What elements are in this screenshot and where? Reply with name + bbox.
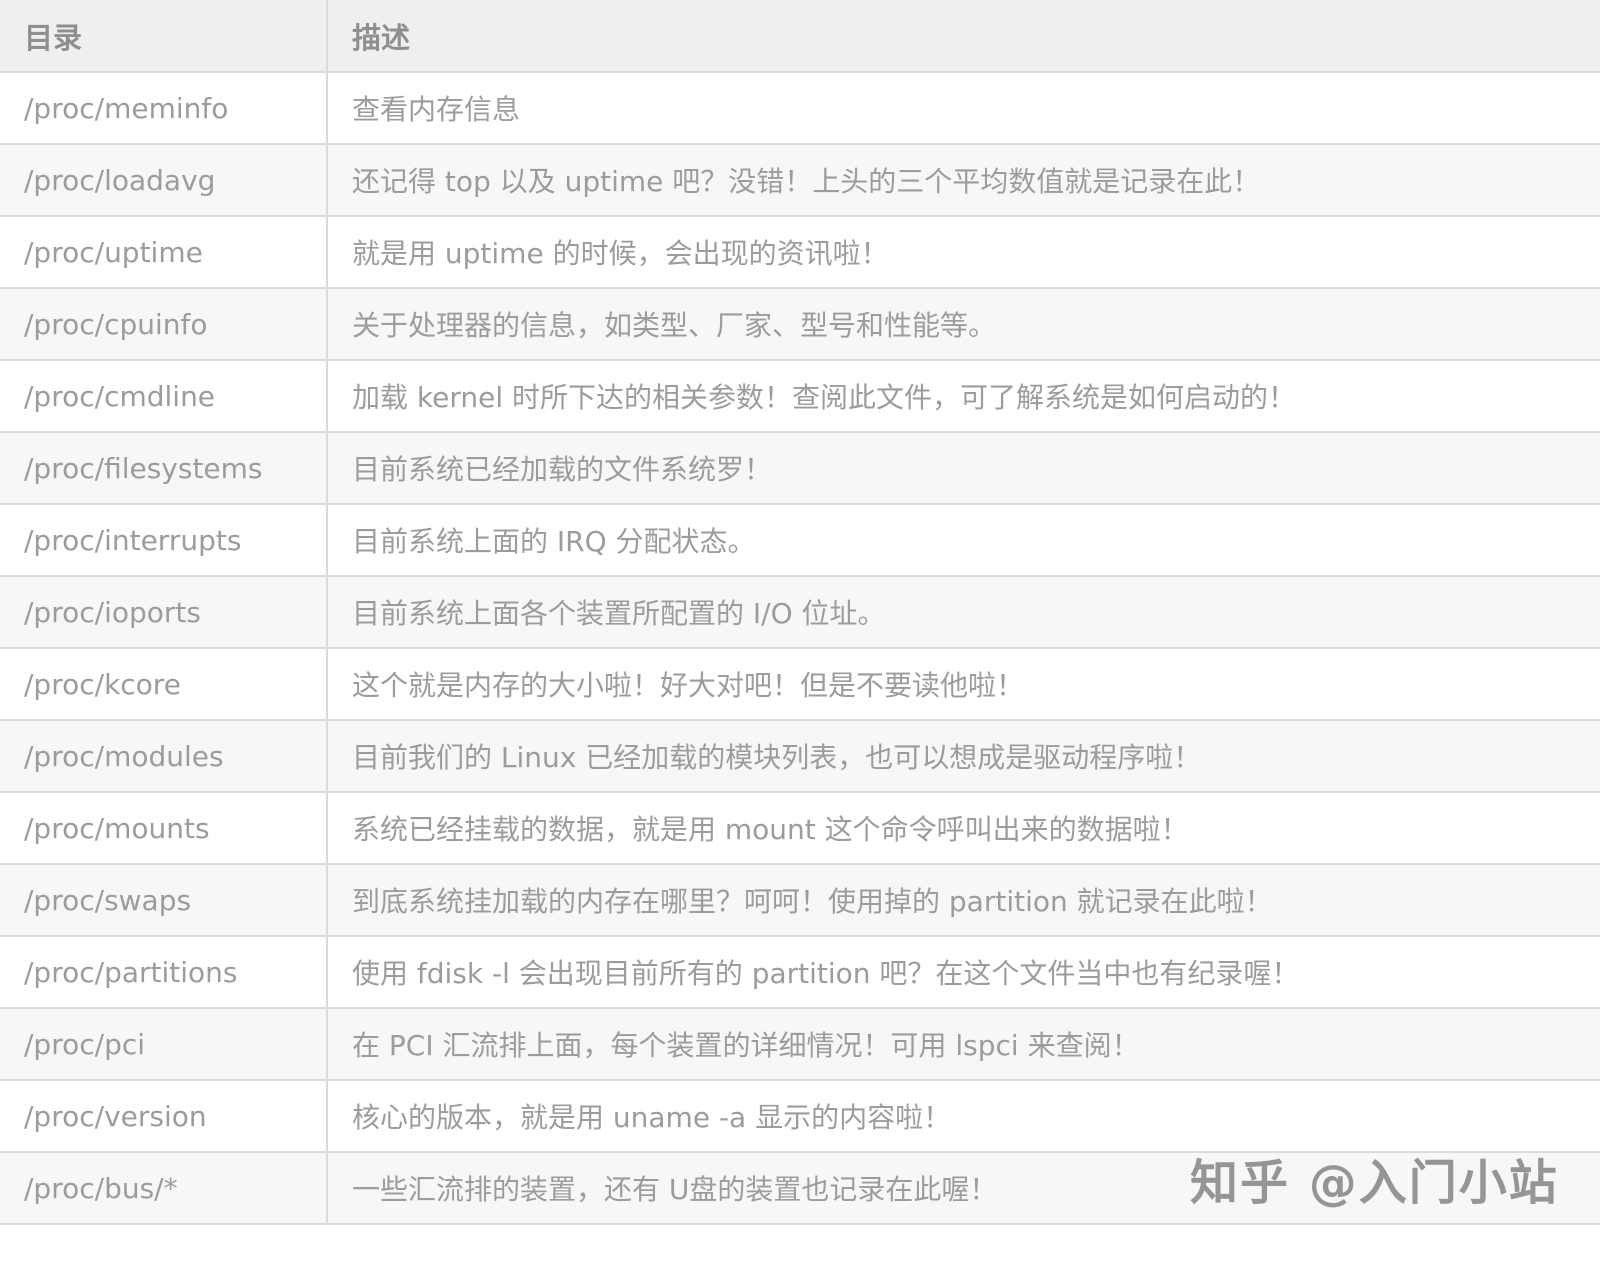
table-row: /proc/interrupts 目前系统上面的 IRQ 分配状态。 xyxy=(0,504,1600,577)
cell-description: 这个就是内存的大小啦！好大对吧！但是不要读他啦！ xyxy=(327,648,1600,721)
proc-table-container: 目录 描述 /proc/meminfo 查看内存信息/proc/loadavg 还记… xyxy=(0,0,1600,1225)
cell-path: /proc/meminfo xyxy=(0,72,328,145)
cell-path: /proc/ioports xyxy=(0,576,328,649)
table-row: /proc/modules 目前我们的 Linux 已经加载的模块列表，也可以想成… xyxy=(0,720,1600,793)
table-row: /proc/swaps 到底系统挂加载的内存在哪里？呵呵！使用掉的 partiti… xyxy=(0,864,1600,937)
cell-path: /proc/uptime xyxy=(0,216,328,289)
zhihu-watermark: 知乎 @入门小站 xyxy=(1190,1155,1559,1211)
table-row: /proc/loadavg 还记得 top 以及 uptime 吧？没错！上头的三… xyxy=(0,144,1600,217)
cell-description: 目前系统已经加载的文件系统罗！ xyxy=(327,432,1600,505)
cell-path: /proc/cpuinfo xyxy=(0,288,328,361)
cell-path: /proc/swaps xyxy=(0,864,328,937)
cell-description: 使用 fdisk -l 会出现目前所有的 partition 吧？在这个文件当中… xyxy=(327,936,1600,1009)
cell-path: /proc/version xyxy=(0,1080,328,1153)
table-row: /proc/cpuinfo 关于处理器的信息，如类型、厂家、型号和性能等。 xyxy=(0,288,1600,361)
cell-description: 目前我们的 Linux 已经加载的模块列表，也可以想成是驱动程序啦！ xyxy=(327,720,1600,793)
cell-description: 查看内存信息 xyxy=(327,72,1600,145)
cell-path: /proc/mounts xyxy=(0,792,328,865)
table-row: /proc/kcore 这个就是内存的大小啦！好大对吧！但是不要读他啦！ xyxy=(0,648,1600,721)
table-row: /proc/partitions 使用 fdisk -l 会出现目前所有的 par… xyxy=(0,936,1600,1009)
table-row: /proc/cmdline 加载 kernel 时所下达的相关参数！查阅此文件，可… xyxy=(0,360,1600,433)
cell-description: 在 PCI 汇流排上面，每个装置的详细情况！可用 lspci 来查阅！ xyxy=(327,1008,1600,1081)
header-row: 目录 描述 xyxy=(0,0,1600,73)
header-description: 描述 xyxy=(327,0,1600,73)
table-row: /proc/ioports 目前系统上面各个装置所配置的 I/O 位址。 xyxy=(0,576,1600,649)
table-row: /proc/filesystems 目前系统已经加载的文件系统罗！ xyxy=(0,432,1600,505)
cell-description: 系统已经挂载的数据，就是用 mount 这个命令呼叫出来的数据啦！ xyxy=(327,792,1600,865)
cell-description: 就是用 uptime 的时候，会出现的资讯啦！ xyxy=(327,216,1600,289)
table-body: /proc/meminfo 查看内存信息/proc/loadavg 还记得 top … xyxy=(0,72,1600,1225)
cell-description: 还记得 top 以及 uptime 吧？没错！上头的三个平均数值就是记录在此！ xyxy=(327,144,1600,217)
cell-description: 到底系统挂加载的内存在哪里？呵呵！使用掉的 partition 就记录在此啦！ xyxy=(327,864,1600,937)
proc-files-table: 目录 描述 /proc/meminfo 查看内存信息/proc/loadavg 还记… xyxy=(0,0,1600,1225)
cell-description: 关于处理器的信息，如类型、厂家、型号和性能等。 xyxy=(327,288,1600,361)
cell-description: 目前系统上面各个装置所配置的 I/O 位址。 xyxy=(327,576,1600,649)
cell-path: /proc/partitions xyxy=(0,936,328,1009)
table-row: /proc/pci 在 PCI 汇流排上面，每个装置的详细情况！可用 lspci … xyxy=(0,1008,1600,1081)
cell-description: 加载 kernel 时所下达的相关参数！查阅此文件，可了解系统是如何启动的！ xyxy=(327,360,1600,433)
cell-path: /proc/modules xyxy=(0,720,328,793)
cell-path: /proc/loadavg xyxy=(0,144,328,217)
table-row: /proc/uptime 就是用 uptime 的时候，会出现的资讯啦！ xyxy=(0,216,1600,289)
table-row: /proc/meminfo 查看内存信息 xyxy=(0,72,1600,145)
cell-path: /proc/interrupts xyxy=(0,504,328,577)
table-row: /proc/mounts 系统已经挂载的数据，就是用 mount 这个命令呼叫出来… xyxy=(0,792,1600,865)
table-header: 目录 描述 xyxy=(0,0,1600,73)
table-row: /proc/version 核心的版本，就是用 uname -a 显示的内容啦！ xyxy=(0,1080,1600,1153)
cell-path: /proc/bus/* xyxy=(0,1152,328,1225)
header-directory: 目录 xyxy=(0,0,328,73)
cell-path: /proc/cmdline xyxy=(0,360,328,433)
cell-path: /proc/kcore xyxy=(0,648,328,721)
cell-description: 核心的版本，就是用 uname -a 显示的内容啦！ xyxy=(327,1080,1600,1153)
cell-description: 目前系统上面的 IRQ 分配状态。 xyxy=(327,504,1600,577)
cell-path: /proc/pci xyxy=(0,1008,328,1081)
cell-path: /proc/filesystems xyxy=(0,432,328,505)
